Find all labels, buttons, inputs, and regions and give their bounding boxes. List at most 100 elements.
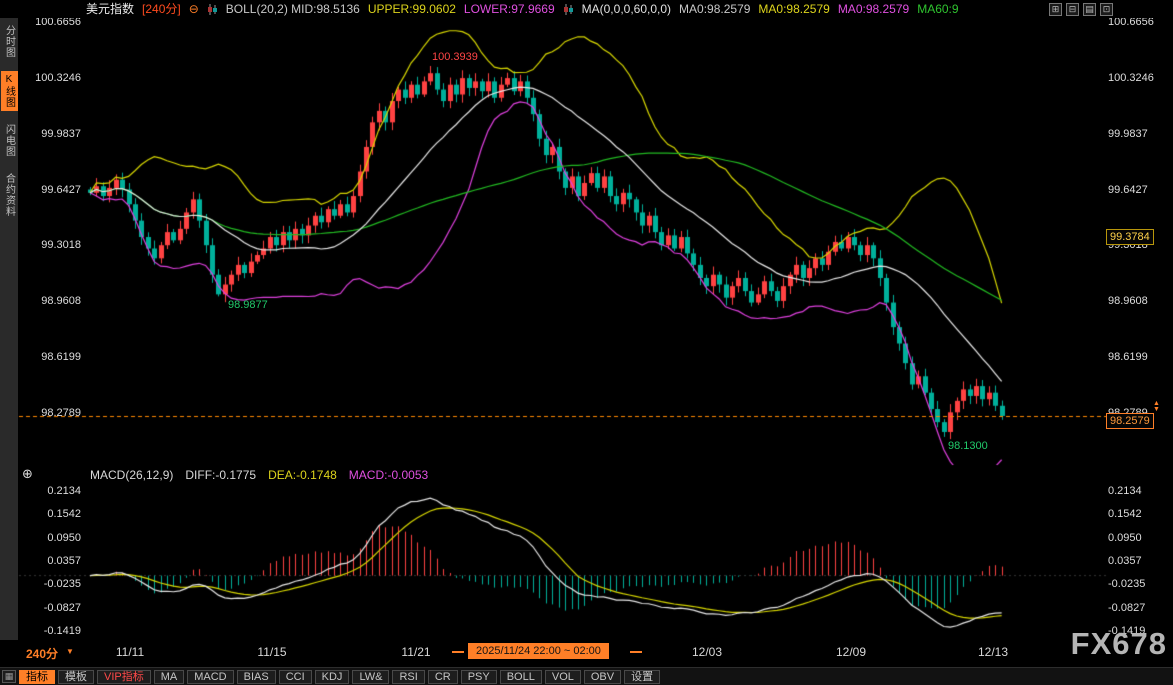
price-tick: 99.9837	[18, 129, 81, 140]
caret-down-icon[interactable]: ▼	[66, 647, 74, 656]
macd-params-label: MACD(26,12,9)	[90, 468, 173, 482]
trading-chart-app: 美元指数 [240分] ⊖ BOLL(20,2) MID:98.5136 UPP…	[0, 0, 1173, 685]
macd-tick: -0.0235	[18, 579, 81, 590]
sidebar-item-kline-chart[interactable]: K线图	[1, 71, 18, 111]
macd-axis-right: 0.2134 0.1542 0.0950 0.0357 -0.0235 -0.0…	[1108, 486, 1170, 637]
date-tick: 12/03	[692, 645, 722, 659]
arrow-down-icon[interactable]: ▼	[1153, 407, 1160, 413]
settings-button[interactable]: 设置	[624, 670, 660, 684]
ma0-value-1: MA0:98.2579	[679, 0, 750, 18]
price-tick: 98.9608	[18, 296, 81, 307]
header: 美元指数 [240分] ⊖ BOLL(20,2) MID:98.5136 UPP…	[0, 0, 1173, 18]
boll-lower-value: LOWER:97.9669	[464, 0, 555, 18]
layout-single-icon[interactable]: ⊡	[1100, 3, 1113, 16]
chart-type-sidebar: 分时图 K线图 闪电图 合约资料	[0, 18, 18, 640]
indicator-rsi-button[interactable]: RSI	[392, 670, 424, 684]
macd-tick: 0.0950	[18, 533, 81, 544]
macd-tick: 0.1542	[1108, 509, 1170, 520]
period-tag: [240分]	[142, 0, 181, 18]
date-tick: 11/15	[257, 645, 286, 659]
layout-rows-icon[interactable]: ▤	[1083, 3, 1096, 16]
macd-tick: 0.0950	[1108, 533, 1170, 544]
price-tick: 98.6199	[1108, 352, 1170, 363]
ma0-value-2: MA0:98.2579	[758, 0, 829, 18]
price-tick: 99.3018	[18, 240, 81, 251]
macd-tick: -0.0827	[18, 603, 81, 614]
price-tick: 98.2789	[18, 408, 81, 419]
price-axis-arrows[interactable]: ▲ ▼	[1153, 401, 1160, 413]
macd-axis-left: 0.2134 0.1542 0.0950 0.0357 -0.0235 -0.0…	[18, 486, 84, 637]
indicator-bias-button[interactable]: BIAS	[237, 670, 276, 684]
indicator-toolbar: ▦ 指标 模板 VIP指标 MA MACD BIAS CCI KDJ LW& R…	[0, 667, 1173, 685]
layout-controls: ⊞ ⊟ ▤ ⊡	[1049, 3, 1113, 16]
indicator-obv-button[interactable]: OBV	[584, 670, 621, 684]
macd-tick: 0.1542	[18, 509, 81, 520]
time-axis: 240分 ▼ 11/11 11/15 11/21 12/03 12/09 12/…	[0, 640, 1173, 666]
price-axis-left: 100.6656 100.3246 99.9837 99.6427 99.301…	[18, 17, 84, 419]
price-tick: 98.6199	[18, 352, 81, 363]
ma-params: MA(0,0,0,60,0,0)	[582, 0, 671, 18]
indicator-cr-button[interactable]: CR	[428, 670, 458, 684]
date-tick: 11/11	[116, 645, 144, 659]
last-price-badge: 98.2579	[1106, 413, 1154, 429]
layout-dual-icon[interactable]: ⊟	[1066, 3, 1079, 16]
selected-time-range[interactable]: 2025/11/24 22:00 ~ 02:00	[468, 643, 609, 659]
boll-mid-value: BOLL(20,2) MID:98.5136	[226, 0, 360, 18]
price-tick: 99.6427	[1108, 185, 1170, 196]
tab-templates[interactable]: 模板	[58, 670, 94, 684]
upper-band-badge: 99.3784	[1106, 229, 1154, 245]
indicator-cci-button[interactable]: CCI	[279, 670, 312, 684]
macd-tick: -0.1419	[18, 626, 81, 637]
macd-hist-value: MACD:-0.0053	[349, 468, 428, 482]
candlestick-icon	[207, 4, 218, 15]
tab-vip-indicators[interactable]: VIP指标	[97, 670, 151, 684]
price-tick: 100.6656	[1108, 17, 1170, 28]
boll-upper-value: UPPER:99.0602	[368, 0, 456, 18]
brand-watermark: FX678	[1071, 626, 1167, 662]
candlestick-chart-canvas[interactable]	[0, 0, 1173, 685]
macd-tick: 0.0357	[1108, 556, 1170, 567]
indicator-macd-button[interactable]: MACD	[187, 670, 233, 684]
macd-diff-value: DIFF:-0.1775	[185, 468, 256, 482]
sidebar-item-lightning-chart[interactable]: 闪电图	[1, 121, 18, 160]
macd-tick: -0.0827	[1108, 603, 1170, 614]
indicator-ma-button[interactable]: MA	[154, 670, 185, 684]
price-tick: 100.3246	[1108, 73, 1170, 84]
range-handle-right[interactable]	[630, 651, 642, 653]
indicator-vol-button[interactable]: VOL	[545, 670, 581, 684]
price-tick: 99.6427	[18, 185, 81, 196]
candlestick-icon	[563, 4, 574, 15]
macd-indicator-header: MACD(26,12,9) DIFF:-0.1775 DEA:-0.1748 M…	[90, 468, 428, 482]
macd-tick: -0.0235	[1108, 579, 1170, 590]
indicator-settings-icon[interactable]: ⊕	[22, 466, 33, 482]
low-price-annotation: 98.1300	[948, 440, 988, 452]
timeframe-selector[interactable]: 240分	[26, 645, 58, 662]
indicator-kdj-button[interactable]: KDJ	[315, 670, 350, 684]
sidebar-item-contract-info[interactable]: 合约资料	[1, 170, 18, 220]
indicator-boll-button[interactable]: BOLL	[500, 670, 542, 684]
macd-tick: 0.2134	[18, 486, 81, 497]
high-price-annotation: 100.3939	[432, 51, 478, 63]
price-tick: 100.6656	[18, 17, 81, 28]
toolbar-grip-icon[interactable]: ▦	[2, 670, 16, 683]
date-tick: 12/13	[978, 645, 1008, 659]
layout-quad-icon[interactable]: ⊞	[1049, 3, 1062, 16]
sidebar-item-time-chart[interactable]: 分时图	[1, 22, 18, 61]
range-handle-left[interactable]	[452, 651, 464, 653]
price-tick: 99.9837	[1108, 129, 1170, 140]
ma60-value: MA60:9	[917, 0, 958, 18]
ma0-value-3: MA0:98.2579	[838, 0, 909, 18]
macd-dea-value: DEA:-0.1748	[268, 468, 337, 482]
symbol-title: 美元指数	[86, 0, 134, 18]
indicator-lwr-button[interactable]: LW&	[352, 670, 389, 684]
price-axis-right: 100.6656 100.3246 99.9837 99.6427 99.301…	[1108, 17, 1170, 419]
date-tick: 11/21	[401, 645, 430, 659]
tab-indicators[interactable]: 指标	[19, 670, 55, 684]
collapse-icon[interactable]: ⊖	[189, 0, 199, 18]
price-tick: 98.9608	[1108, 296, 1170, 307]
macd-tick: 0.2134	[1108, 486, 1170, 497]
indicator-psy-button[interactable]: PSY	[461, 670, 497, 684]
date-tick: 12/09	[836, 645, 866, 659]
low-price-annotation: 98.9877	[228, 299, 268, 311]
macd-tick: 0.0357	[18, 556, 81, 567]
